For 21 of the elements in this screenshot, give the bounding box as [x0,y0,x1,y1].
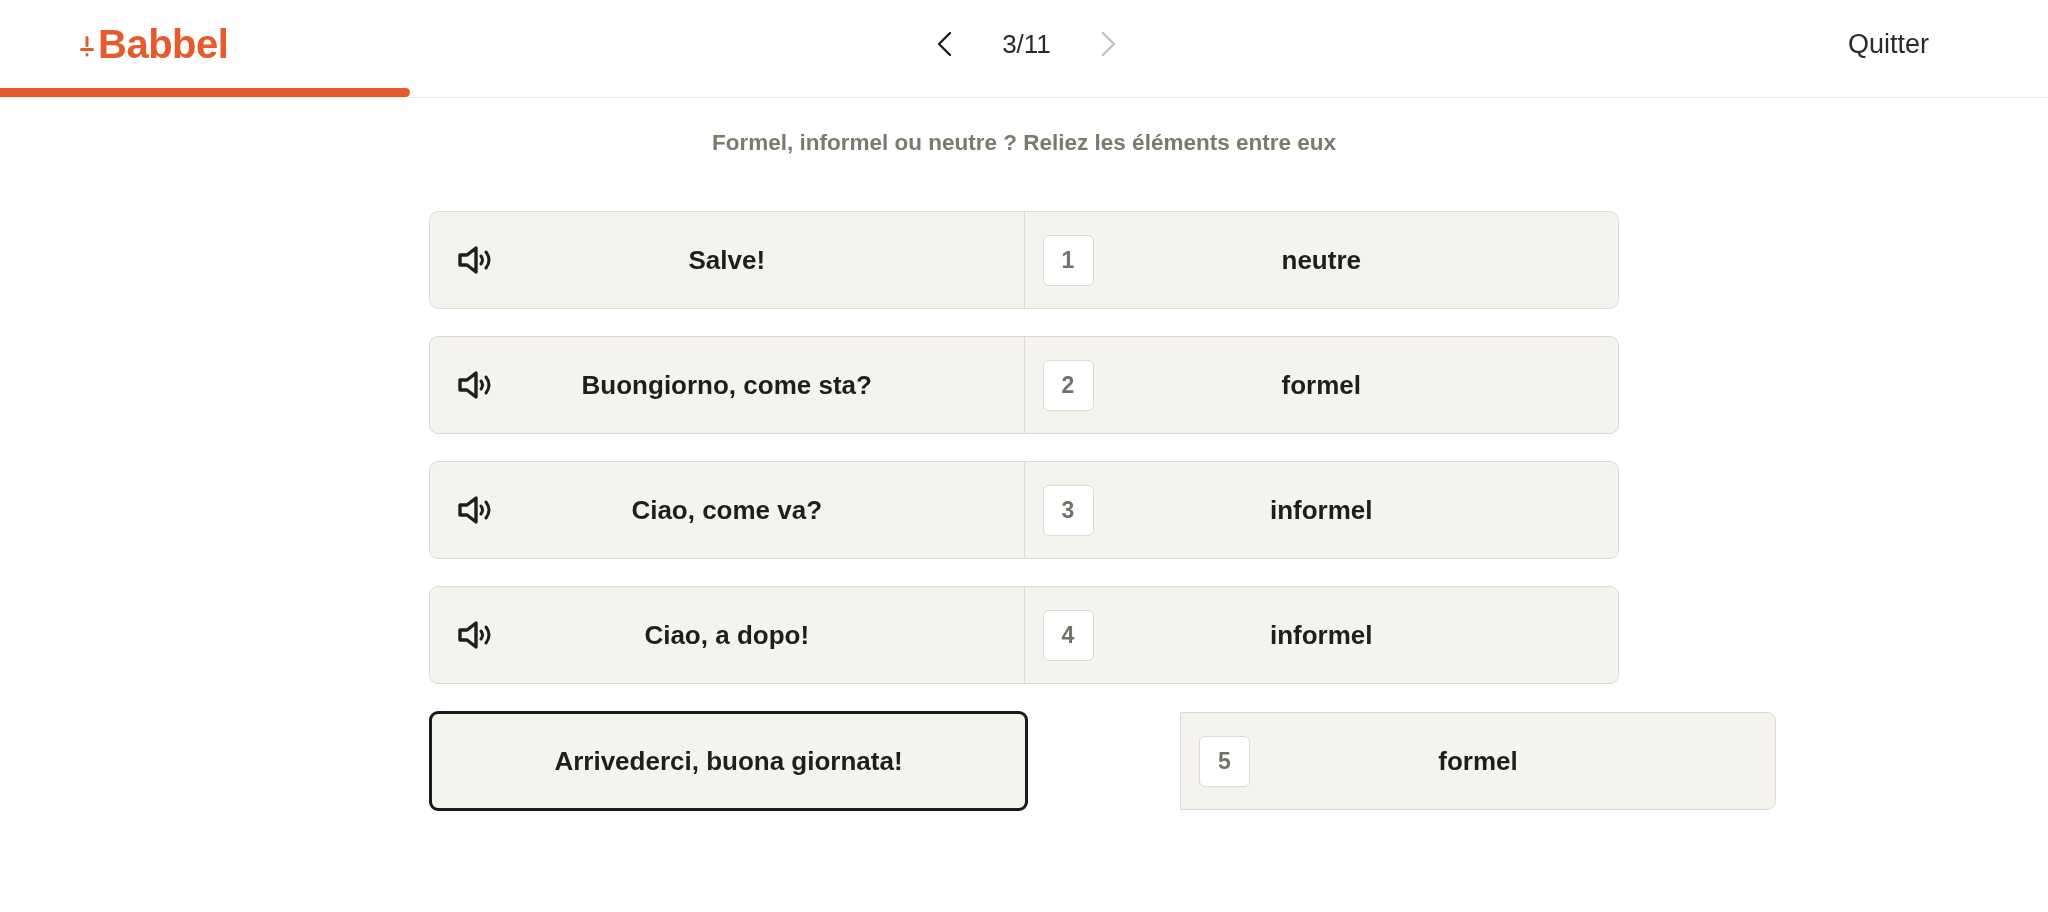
answer-tile[interactable]: 5 formel [1180,712,1776,810]
logo-wordmark[interactable]: Babbel [98,22,229,66]
speaker-icon[interactable] [457,495,494,525]
number-badge: 3 [1042,484,1094,536]
phrase-tile[interactable]: Arrivederci, buona giornata! [429,711,1028,811]
chevron-left-icon[interactable] [936,31,953,57]
phrase-text: Ciao, a dopo! [643,619,811,651]
quit-button[interactable]: Quitter [1847,28,1929,60]
step-counter: 3/11 [1002,29,1051,59]
number-badge: 1 [1042,234,1094,286]
answer-text: neutre [1280,244,1362,276]
phrase-text: Salve! [687,244,767,276]
number-badge: 2 [1042,359,1094,411]
answer-text: informel [1268,494,1374,526]
answer-text: informel [1268,619,1374,651]
number-badge: 4 [1042,609,1094,661]
instruction-text: Formel, informel ou neutre ? Reliez les éléments entre eux [711,131,1337,155]
number-badge: 5 [1199,735,1250,787]
answer-text: formel [1280,369,1362,401]
phrase-text: Buongiorno, come sta? [580,369,873,401]
phrase-text: Ciao, come va? [630,494,824,526]
